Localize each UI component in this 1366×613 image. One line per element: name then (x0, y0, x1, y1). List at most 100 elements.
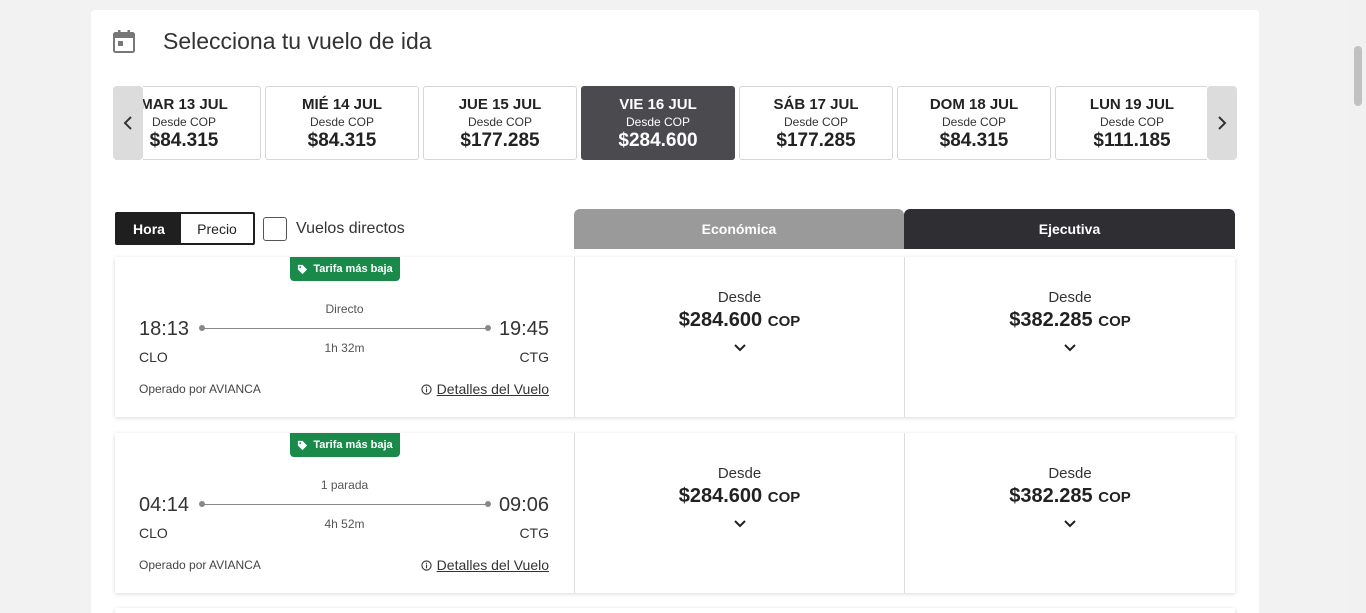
badge-label: Tarifa más baja (313, 263, 393, 275)
departure-time: 18:13 (139, 318, 190, 340)
departure-time: 04:14 (139, 494, 190, 516)
date-from-label: Desde COP (151, 115, 217, 129)
fare-amount: $382.285 (1009, 485, 1093, 507)
origin-code: CLO (139, 525, 168, 541)
operator-label: Operado por AVIANCA (139, 558, 261, 572)
badge-label: Tarifa más baja (313, 439, 393, 451)
flight-details-link[interactable]: Detalles del Vuelo (421, 557, 549, 573)
direct-flights-filter[interactable]: Vuelos directos (263, 217, 405, 241)
date-option[interactable]: DOM 18 JUL Desde COP $84.315 (897, 86, 1051, 160)
date-option[interactable]: MIÉ 14 JUL Desde COP $84.315 (265, 86, 419, 160)
arrival-time: 09:06 (498, 494, 549, 516)
date-price: $177.285 (776, 130, 856, 151)
tag-icon (298, 264, 308, 274)
route-end-dot (485, 325, 491, 331)
flight-card: Tarifa más baja Directo 18:13 19:45 1h 3… (115, 257, 1235, 417)
date-from-label: Desde COP (309, 115, 375, 129)
destination-code: CTG (519, 349, 549, 365)
flight-card: Tarifa más baja 1 parada 04:14 09:06 4h … (115, 433, 1235, 593)
next-dates-button[interactable] (1207, 86, 1237, 160)
chevron-left-icon (123, 116, 132, 130)
date-label: DOM 18 JUL (929, 96, 1019, 113)
info-icon (421, 383, 432, 395)
lowest-fare-badge: Tarifa más baja (290, 433, 400, 457)
flight-details-label: Detalles del Vuelo (436, 381, 549, 397)
calendar-icon (113, 30, 135, 53)
fare-from-label: Desde (717, 465, 762, 482)
route-line (201, 504, 488, 505)
date-option-selected[interactable]: VIE 16 JUL Desde COP $284.600 (581, 86, 735, 160)
flight-duration: 1h 32m (324, 341, 365, 355)
section-header: Selecciona tu vuelo de ida (113, 26, 432, 56)
page-scrollbar[interactable] (1349, 0, 1366, 613)
date-from-label: Desde COP (467, 115, 533, 129)
date-price: $284.600 (618, 130, 698, 151)
scrollbar-thumb[interactable] (1354, 46, 1362, 106)
fare-from-label: Desde (717, 289, 762, 306)
sort-toggle: Hora Precio (115, 212, 255, 245)
tag-icon (298, 440, 308, 450)
stops-label: Directo (325, 302, 364, 316)
economy-fare-cell[interactable]: Desde $284.600 COP (574, 433, 904, 593)
date-label: SÁB 17 JUL (773, 96, 859, 113)
date-option[interactable]: LUN 19 JUL Desde COP $111.185 (1055, 86, 1207, 160)
fare-from-label: Desde (1048, 289, 1092, 306)
fare-from-label: Desde (1048, 465, 1092, 482)
date-price: $177.285 (460, 130, 540, 151)
fare-currency: COP (1098, 489, 1131, 506)
sort-by-time-button[interactable]: Hora (117, 214, 181, 243)
date-label: JUE 15 JUL (458, 96, 542, 113)
stops-label: 1 parada (320, 478, 369, 492)
date-option[interactable]: MAR 13 JUL Desde COP $84.315 (143, 86, 261, 160)
fare-amount: $284.600 (678, 309, 763, 331)
origin-code: CLO (139, 349, 168, 365)
date-label: LUN 19 JUL (1089, 96, 1175, 113)
date-from-label: Desde COP (783, 115, 849, 129)
flight-duration: 4h 52m (324, 517, 365, 531)
executive-fare-cell[interactable]: Desde $382.285 COP (904, 257, 1235, 417)
fare-amount: $382.285 (1009, 309, 1093, 331)
route-line (201, 328, 488, 329)
fare-amount: $284.600 (678, 485, 763, 507)
chevron-down-icon[interactable] (733, 517, 747, 531)
date-from-label: Desde COP (625, 115, 691, 129)
date-price: $84.315 (149, 130, 219, 151)
date-label: MAR 13 JUL (143, 96, 228, 113)
date-label: VIE 16 JUL (619, 96, 697, 113)
direct-flights-checkbox[interactable] (263, 217, 287, 241)
cabin-tab-executive[interactable]: Ejecutiva (904, 209, 1235, 249)
fare-currency: COP (1098, 313, 1131, 330)
executive-fare-cell[interactable]: Desde $382.285 COP (904, 433, 1235, 593)
page-title: Selecciona tu vuelo de ida (163, 27, 432, 54)
date-price: $111.185 (1093, 130, 1171, 151)
date-option[interactable]: SÁB 17 JUL Desde COP $177.285 (739, 86, 893, 160)
route-end-dot (485, 501, 491, 507)
direct-flights-label: Vuelos directos (296, 220, 405, 237)
info-icon (421, 559, 432, 571)
flight-details-link[interactable]: Detalles del Vuelo (421, 381, 549, 397)
date-carousel: MAR 13 JUL Desde COP $84.315 MIÉ 14 JUL … (113, 86, 1237, 160)
fare-price: $284.600 COP (575, 485, 904, 508)
chevron-down-icon[interactable] (733, 341, 747, 355)
fare-price: $382.285 COP (905, 485, 1235, 508)
date-option[interactable]: JUE 15 JUL Desde COP $177.285 (423, 86, 577, 160)
flight-card-partial (115, 608, 1235, 613)
fare-price: $284.600 COP (575, 309, 904, 332)
fare-price: $382.285 COP (905, 309, 1235, 332)
economy-fare-cell[interactable]: Desde $284.600 COP (574, 257, 904, 417)
chevron-right-icon (1218, 116, 1227, 130)
date-price: $84.315 (307, 130, 377, 151)
dates-viewport: MAR 13 JUL Desde COP $84.315 MIÉ 14 JUL … (143, 86, 1207, 160)
fare-currency: COP (767, 489, 801, 506)
operator-label: Operado por AVIANCA (139, 382, 261, 396)
cabin-tab-economy[interactable]: Económica (574, 209, 904, 249)
previous-dates-button[interactable] (113, 86, 143, 160)
sort-by-price-button[interactable]: Precio (181, 214, 253, 243)
chevron-down-icon[interactable] (1063, 341, 1077, 355)
date-price: $84.315 (939, 130, 1009, 151)
date-from-label: Desde COP (1099, 115, 1165, 129)
chevron-down-icon[interactable] (1063, 517, 1077, 531)
arrival-time: 19:45 (498, 318, 549, 340)
destination-code: CTG (519, 525, 549, 541)
flight-details-label: Detalles del Vuelo (436, 557, 549, 573)
